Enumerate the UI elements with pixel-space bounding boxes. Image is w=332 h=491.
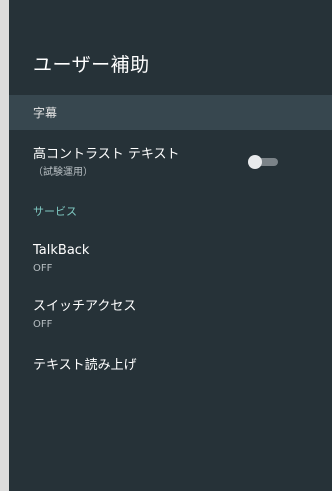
high-contrast-toggle[interactable] [248,155,278,169]
settings-item-talkback[interactable]: TalkBack OFF [33,243,323,276]
window-edge [0,0,9,491]
settings-item-switch-access[interactable]: スイッチアクセス OFF [33,299,323,332]
settings-item-label: 字幕 [33,106,58,120]
settings-item-text-to-speech[interactable]: テキスト読み上げ [33,358,323,374]
page-title: ユーザー補助 [33,54,150,76]
settings-item-label: テキスト読み上げ [33,358,137,373]
accessibility-settings-screen: ユーザー補助 字幕 高コントラスト テキスト （試験運用） サービス TalkB… [9,0,332,491]
toggle-thumb [248,155,262,169]
section-header-services: サービス [33,205,77,218]
settings-item-captions[interactable]: 字幕 [9,95,332,130]
settings-item-label: 高コントラスト テキスト [33,147,180,162]
settings-item-high-contrast-text[interactable]: 高コントラスト テキスト （試験運用） [33,147,323,180]
settings-item-label: TalkBack [33,243,90,258]
settings-item-label: スイッチアクセス [33,299,137,314]
settings-item-status: OFF [33,263,53,274]
settings-item-status: OFF [33,319,53,330]
settings-item-sublabel: （試験運用） [33,167,93,178]
